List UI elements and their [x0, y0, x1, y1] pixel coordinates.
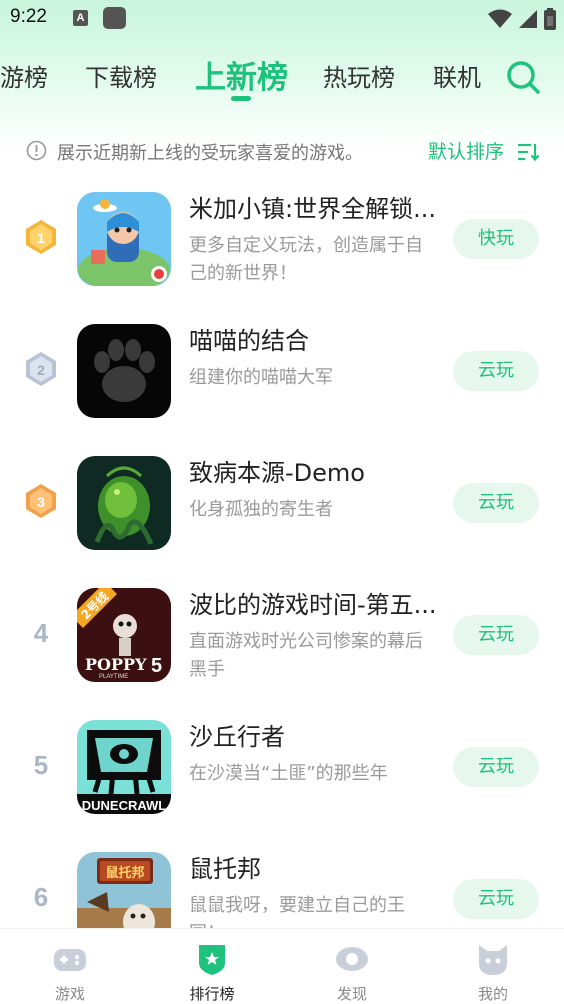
- rank-number: 1: [37, 230, 45, 246]
- icon-logo-text: 鼠托邦: [105, 865, 144, 881]
- icon-logo-text: DUNECRAWL: [82, 798, 167, 813]
- game-description: 在沙漠当“土匪”的那些年: [189, 763, 388, 784]
- hint-row: 展示近期新上线的受玩家喜爱的游戏。 默认排序: [0, 134, 564, 166]
- battery-icon: [544, 8, 556, 30]
- list-item[interactable]: 6 鼠托邦 鼠托邦 鼠鼠我呀，要建立自己的王国！ 云玩: [0, 836, 564, 928]
- game-description: 直面游戏时光公司惨案的幕后黑手: [189, 631, 423, 680]
- icon-logo-text: POPPY: [85, 655, 147, 674]
- gamepad-icon: [54, 949, 86, 971]
- tab-new-releases[interactable]: 上新榜: [195, 52, 288, 97]
- sort-dropdown[interactable]: 默认排序: [428, 137, 504, 164]
- nav-profile[interactable]: 我的: [453, 937, 533, 1003]
- status-bar: 9:22 A: [0, 0, 564, 38]
- avatar-icon: [479, 945, 507, 975]
- icon-logo-subtitle: PLAYTIME: [99, 674, 128, 680]
- tab-chart[interactable]: 游榜: [0, 58, 48, 93]
- bottom-navigation: 游戏 排行榜 发现 我的: [0, 928, 564, 1004]
- nav-games[interactable]: 游戏: [30, 937, 110, 1003]
- active-tab-indicator: [231, 96, 251, 101]
- list-item[interactable]: 3 致病本源-Demo 化身孤独的寄生者 云玩: [0, 440, 564, 572]
- list-item[interactable]: 5 DUNECRAWL 沙丘行者 在沙漠当“土匪”的那些年 云玩: [0, 704, 564, 836]
- ranking-shield-icon: [199, 945, 225, 975]
- cloud-play-button[interactable]: 云玩: [453, 351, 539, 391]
- game-list: 1 米加小镇:世界全解锁... 更多自定义玩法，创造属于自己的新世界！ 快玩 2…: [0, 176, 564, 928]
- dunecrawl-icon[interactable]: DUNECRAWL: [77, 720, 171, 814]
- hint-text: 展示近期新上线的受玩家喜爱的游戏。: [57, 143, 363, 164]
- icon-logo-number: 5: [151, 655, 162, 677]
- rank-number: 3: [37, 494, 45, 510]
- nav-label: 游戏: [54, 985, 85, 1003]
- game-description: 更多自定义玩法，创造属于自己的新世界！: [189, 235, 423, 284]
- game-description: 组建你的喵喵大军: [189, 367, 333, 388]
- ratopia-icon[interactable]: 鼠托邦: [77, 852, 171, 928]
- nav-discover[interactable]: 发现: [312, 937, 392, 1003]
- signal-icon: [519, 10, 537, 28]
- game-title: 致病本源-Demo: [189, 459, 365, 487]
- quick-play-button[interactable]: 快玩: [453, 219, 539, 259]
- tab-trending[interactable]: 热玩榜: [323, 58, 395, 93]
- rank-number: 6: [33, 882, 49, 912]
- cloud-play-button[interactable]: 云玩: [453, 747, 539, 787]
- gold-medal-icon: 1: [26, 220, 56, 254]
- tab-multiplayer[interactable]: 联机: [433, 58, 481, 93]
- nav-ranking[interactable]: 排行榜: [172, 937, 252, 1003]
- cloud-play-button[interactable]: 云玩: [453, 879, 539, 919]
- info-icon: [26, 140, 47, 161]
- rank-number: 2: [37, 362, 45, 378]
- game-title: 喵喵的结合: [189, 327, 309, 355]
- status-time: 9:22: [10, 6, 47, 27]
- notification-app-icon: A: [73, 10, 88, 26]
- bronze-medal-icon: 3: [26, 484, 56, 518]
- cloud-play-button[interactable]: 云玩: [453, 615, 539, 655]
- nav-label: 我的: [477, 985, 508, 1003]
- game-title: 波比的游戏时间-第五...: [189, 591, 437, 619]
- nav-label: 排行榜: [189, 985, 235, 1003]
- game-title: 鼠托邦: [189, 855, 261, 883]
- tab-downloads[interactable]: 下载榜: [85, 58, 157, 93]
- miga-town-icon[interactable]: [77, 192, 171, 286]
- list-item[interactable]: 4 2号线 POPPY 5 PLAYTIME 波比的游戏时间-第五... 直面游…: [0, 572, 564, 704]
- sort-icon[interactable]: [517, 142, 539, 162]
- parasite-icon[interactable]: [77, 456, 171, 550]
- cloud-play-button[interactable]: 云玩: [453, 483, 539, 523]
- wifi-icon: [488, 9, 512, 28]
- rank-number: 4: [33, 618, 49, 648]
- game-title: 米加小镇:世界全解锁...: [189, 195, 436, 223]
- list-item[interactable]: 2 喵喵的结合 组建你的喵喵大军 云玩: [0, 308, 564, 440]
- nav-label: 发现: [336, 985, 367, 1003]
- rank-number: 5: [33, 750, 49, 780]
- status-icons: [488, 8, 556, 30]
- silver-medal-icon: 2: [26, 352, 56, 386]
- ranking-tabs: 游榜 下载榜 上新榜 热玩榜 联机: [0, 50, 564, 106]
- poppy-playtime-icon[interactable]: 2号线 POPPY 5 PLAYTIME: [77, 588, 171, 682]
- game-description: 化身孤独的寄生者: [189, 499, 333, 520]
- notification-square-icon: [103, 7, 126, 29]
- game-title: 沙丘行者: [189, 723, 285, 751]
- cat-paw-icon[interactable]: [77, 324, 171, 418]
- search-icon[interactable]: [504, 58, 542, 96]
- eye-icon: [336, 947, 368, 971]
- game-description: 鼠鼠我呀，要建立自己的王国！: [189, 895, 405, 928]
- list-item[interactable]: 1 米加小镇:世界全解锁... 更多自定义玩法，创造属于自己的新世界！ 快玩: [0, 176, 564, 308]
